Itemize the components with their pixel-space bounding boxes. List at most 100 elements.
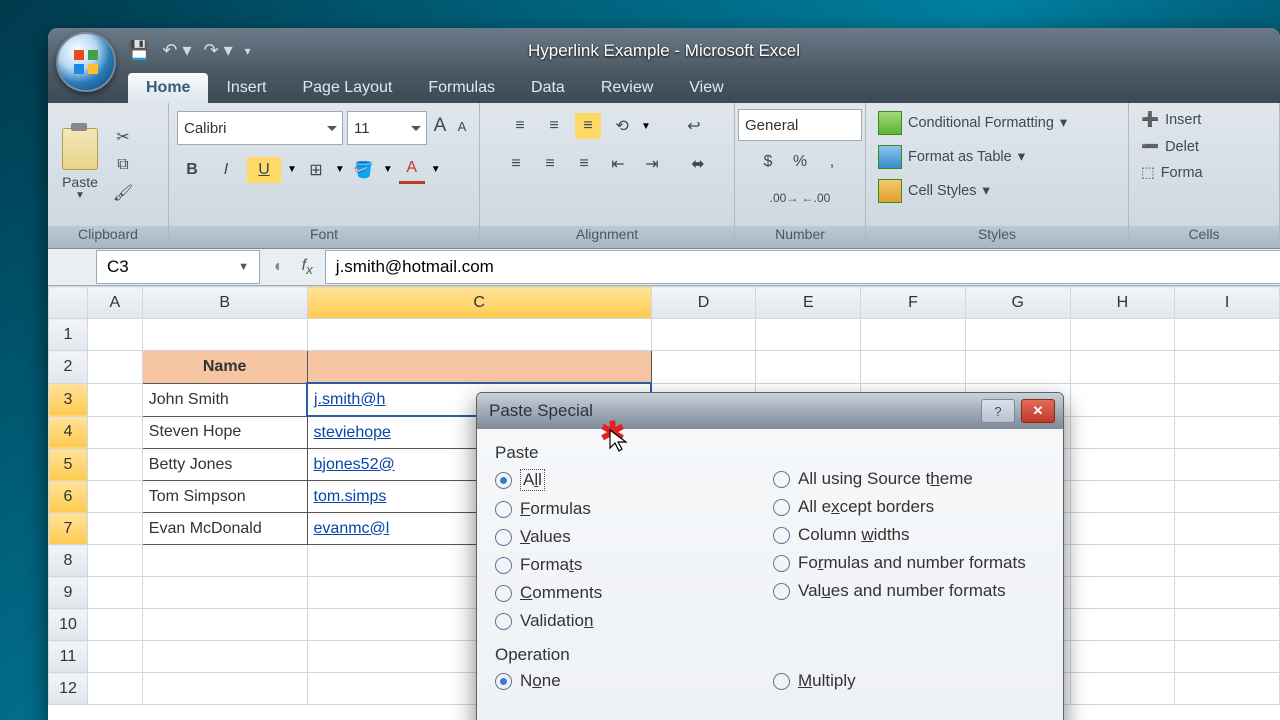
- cell-H3[interactable]: [1070, 383, 1175, 416]
- cell-I3[interactable]: [1175, 383, 1280, 416]
- font-color-button[interactable]: A: [399, 155, 425, 184]
- currency-icon[interactable]: $: [755, 149, 781, 175]
- cell-B1[interactable]: [142, 319, 307, 351]
- cell-F2[interactable]: [861, 351, 966, 384]
- cell-A9[interactable]: [87, 577, 142, 609]
- cell-I2[interactable]: [1175, 351, 1280, 384]
- cell-A10[interactable]: [87, 609, 142, 641]
- cell-G1[interactable]: [965, 319, 1070, 351]
- cell-A12[interactable]: [87, 673, 142, 705]
- cell-A7[interactable]: [87, 513, 142, 545]
- cell-H11[interactable]: [1070, 641, 1175, 673]
- tab-page-layout[interactable]: Page Layout: [284, 73, 410, 103]
- tab-formulas[interactable]: Formulas: [410, 73, 513, 103]
- col-header-A[interactable]: A: [87, 287, 142, 319]
- formula-input[interactable]: j.smith@hotmail.com: [325, 250, 1280, 284]
- align-middle-icon[interactable]: ≡: [541, 113, 567, 139]
- cell-F1[interactable]: [861, 319, 966, 351]
- radio-formulas[interactable]: Formulas: [495, 499, 773, 519]
- paste-button[interactable]: Paste ▼: [52, 124, 108, 205]
- cell-B7[interactable]: Evan McDonald: [142, 513, 307, 545]
- fill-color-button[interactable]: 🪣: [351, 157, 377, 183]
- shrink-font-icon[interactable]: A: [455, 113, 469, 139]
- align-top-icon[interactable]: ≡: [507, 113, 533, 139]
- cell-H5[interactable]: [1070, 449, 1175, 481]
- increase-indent-icon[interactable]: ⇥: [639, 151, 665, 177]
- row-header-7[interactable]: 7: [49, 513, 88, 545]
- cell-B3[interactable]: John Smith: [142, 383, 307, 416]
- cell-I10[interactable]: [1175, 609, 1280, 641]
- cell-H12[interactable]: [1070, 673, 1175, 705]
- row-header-9[interactable]: 9: [49, 577, 88, 609]
- row-header-3[interactable]: 3: [49, 383, 88, 416]
- grow-font-icon[interactable]: A: [433, 113, 447, 139]
- radio-col-widths[interactable]: Column widths: [773, 525, 1026, 545]
- tab-review[interactable]: Review: [583, 73, 671, 103]
- align-right-icon[interactable]: ≡: [571, 151, 597, 177]
- cell-B5[interactable]: Betty Jones: [142, 449, 307, 481]
- row-header-2[interactable]: 2: [49, 351, 88, 384]
- increase-decimal-icon[interactable]: .00→: [771, 185, 797, 211]
- cell-E1[interactable]: [756, 319, 861, 351]
- col-header-E[interactable]: E: [756, 287, 861, 319]
- font-size-select[interactable]: [347, 111, 427, 145]
- cell-H7[interactable]: [1070, 513, 1175, 545]
- radio-except-bord[interactable]: All except borders: [773, 497, 1026, 517]
- number-format-select[interactable]: [738, 109, 862, 141]
- cell-B6[interactable]: Tom Simpson: [142, 481, 307, 513]
- italic-button[interactable]: I: [213, 157, 239, 183]
- col-header-D[interactable]: D: [651, 287, 756, 319]
- cell-B2[interactable]: Name: [142, 351, 307, 384]
- percent-icon[interactable]: %: [787, 149, 813, 175]
- cell-I7[interactable]: [1175, 513, 1280, 545]
- tab-data[interactable]: Data: [513, 73, 583, 103]
- copy-icon[interactable]: ⧉: [110, 152, 136, 178]
- cell-I5[interactable]: [1175, 449, 1280, 481]
- radio-none[interactable]: None: [495, 671, 773, 691]
- row-header-12[interactable]: 12: [49, 673, 88, 705]
- row-header-8[interactable]: 8: [49, 545, 88, 577]
- cell-A11[interactable]: [87, 641, 142, 673]
- format-as-table-button[interactable]: Format as Table ▾: [874, 143, 1029, 171]
- align-center-icon[interactable]: ≡: [537, 151, 563, 177]
- name-box[interactable]: C3▼: [96, 250, 260, 284]
- cell-A4[interactable]: [87, 416, 142, 449]
- cell-A8[interactable]: [87, 545, 142, 577]
- cell-E2[interactable]: [756, 351, 861, 384]
- cell-B8[interactable]: [142, 545, 307, 577]
- fx-icon[interactable]: fx: [290, 257, 325, 277]
- tab-insert[interactable]: Insert: [208, 73, 284, 103]
- cell-D1[interactable]: [651, 319, 756, 351]
- radio-multiply[interactable]: Multiply: [773, 671, 856, 691]
- cell-D2[interactable]: [651, 351, 756, 384]
- cell-H2[interactable]: [1070, 351, 1175, 384]
- cell-B11[interactable]: [142, 641, 307, 673]
- row-header-5[interactable]: 5: [49, 449, 88, 481]
- cell-B9[interactable]: [142, 577, 307, 609]
- format-painter-icon[interactable]: 🖌: [110, 180, 136, 206]
- cell-I1[interactable]: [1175, 319, 1280, 351]
- col-header-B[interactable]: B: [142, 287, 307, 319]
- radio-comments[interactable]: Comments: [495, 583, 773, 603]
- cell-A2[interactable]: [87, 351, 142, 384]
- align-bottom-icon[interactable]: ≡: [575, 113, 601, 139]
- radio-values[interactable]: Values: [495, 527, 773, 547]
- select-all-corner[interactable]: [49, 287, 88, 319]
- cell-B12[interactable]: [142, 673, 307, 705]
- tab-home[interactable]: Home: [128, 73, 208, 103]
- cell-A3[interactable]: [87, 383, 142, 416]
- cell-I8[interactable]: [1175, 545, 1280, 577]
- cell-B4[interactable]: Steven Hope: [142, 416, 307, 449]
- format-cells-button[interactable]: ⬚Forma: [1137, 163, 1207, 183]
- cell-A5[interactable]: [87, 449, 142, 481]
- row-header-11[interactable]: 11: [49, 641, 88, 673]
- row-header-1[interactable]: 1: [49, 319, 88, 351]
- decrease-indent-icon[interactable]: ⇤: [605, 151, 631, 177]
- col-header-C[interactable]: C: [307, 287, 651, 319]
- align-left-icon[interactable]: ≡: [503, 151, 529, 177]
- cancel-icon[interactable]: ◐: [268, 258, 290, 276]
- redo-icon[interactable]: ↷ ▾: [204, 40, 233, 61]
- cell-A6[interactable]: [87, 481, 142, 513]
- comma-icon[interactable]: ,: [819, 149, 845, 175]
- cell-C2[interactable]: [307, 351, 651, 384]
